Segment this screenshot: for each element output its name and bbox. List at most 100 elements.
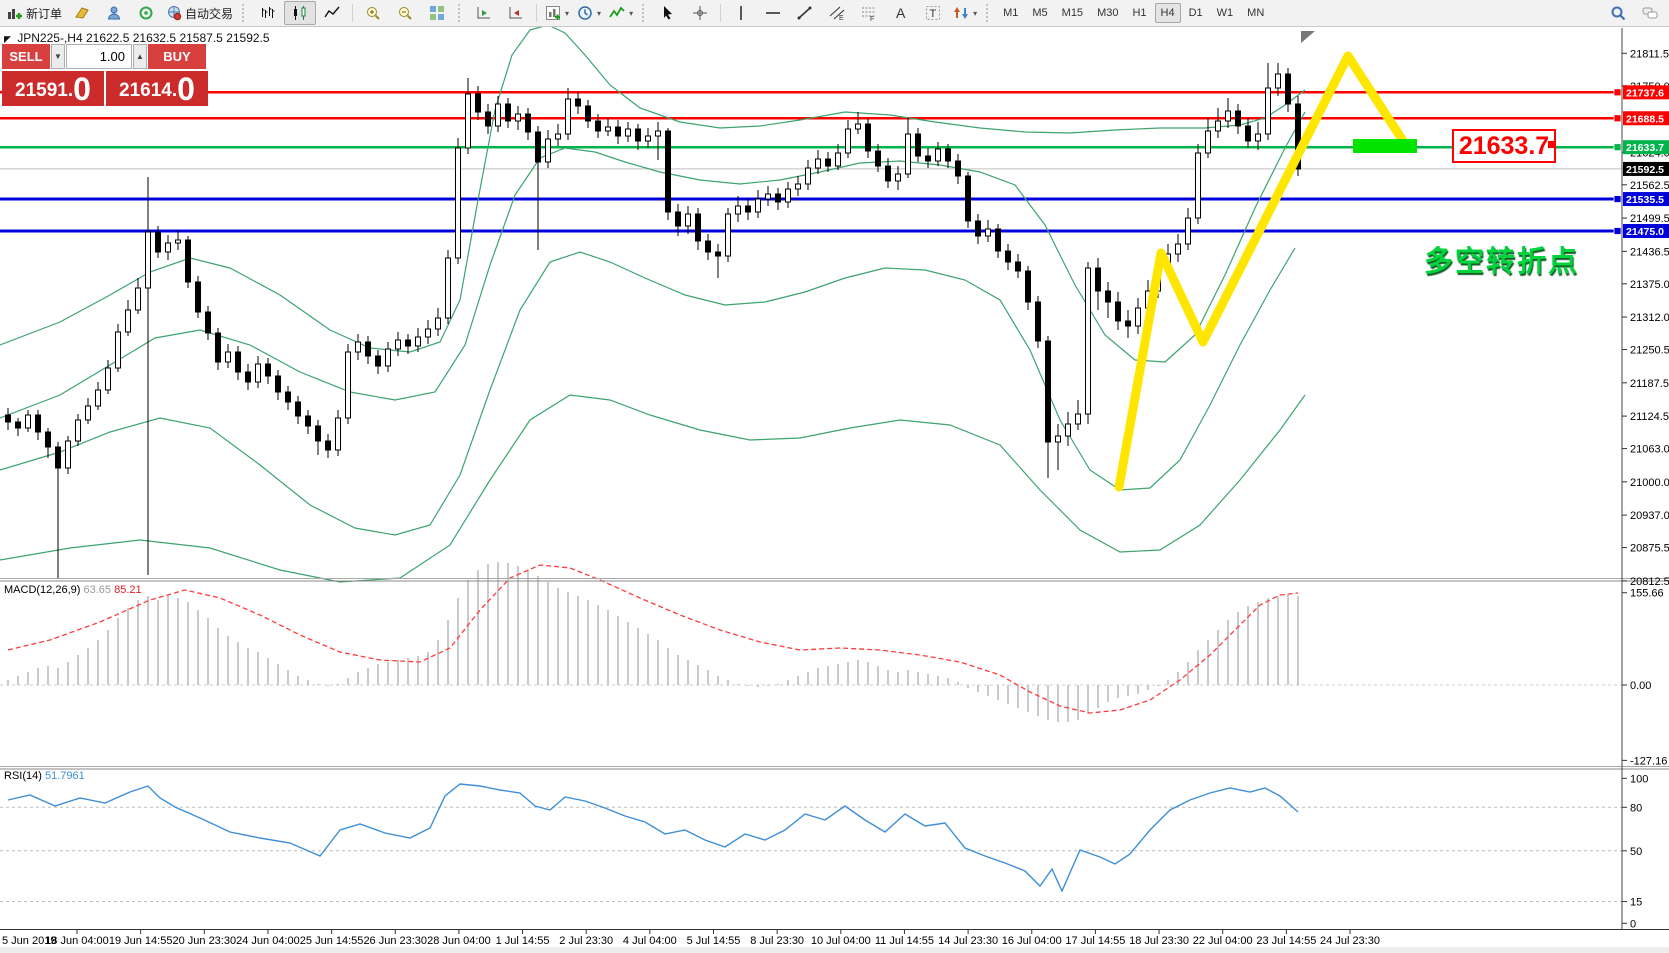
market-watch-button[interactable] — [66, 1, 98, 25]
toolbar-drag-handle[interactable] — [986, 4, 991, 22]
trendline-icon — [797, 5, 813, 21]
volume-decrease-button[interactable]: ▼ — [51, 44, 65, 69]
buy-price[interactable]: 21614.0 — [106, 71, 208, 106]
rsi-name: RSI(14) — [4, 770, 42, 782]
volume-input[interactable] — [66, 44, 132, 69]
chart-canvas[interactable]: 21811.521750.021624.021562.521499.521436… — [0, 0, 1669, 953]
text-button[interactable]: A — [885, 1, 917, 25]
macd-tick-label: -127.16 — [1630, 755, 1667, 767]
timeframe-m15[interactable]: M15 — [1056, 3, 1089, 23]
time-tick-label: 5 Jul 14:55 — [687, 935, 741, 947]
new-order-icon — [7, 5, 23, 21]
timeframe-d1[interactable]: D1 — [1183, 3, 1209, 23]
tile-windows-button[interactable] — [421, 1, 453, 25]
zigzag-annotation[interactable] — [1119, 56, 1407, 487]
price-callout[interactable]: 21633.7 — [1452, 129, 1556, 163]
volume-increase-button[interactable]: ▲ — [133, 44, 147, 69]
new-order-button[interactable]: 新订单 — [3, 1, 66, 25]
timeframe-h4[interactable]: H4 — [1155, 3, 1181, 23]
candle-chart-button[interactable] — [284, 1, 316, 25]
rsi-tick-label: 80 — [1630, 802, 1642, 814]
price-badge-label: 21688.5 — [1626, 113, 1664, 125]
crosshair-icon — [692, 5, 708, 21]
price-tick-label: 21436.5 — [1630, 246, 1669, 258]
person-icon — [106, 5, 122, 21]
horizontal-level-lines[interactable] — [0, 92, 1622, 231]
price-badge-label: 21633.7 — [1626, 142, 1664, 154]
macd-axis[interactable]: 155.66 0.00 -127.16 — [1622, 588, 1667, 768]
timeframe-w1[interactable]: W1 — [1211, 3, 1240, 23]
chevron-down-icon: ▾ — [565, 9, 569, 18]
price-tick-label: 21562.5 — [1630, 180, 1669, 192]
buy-button[interactable]: BUY — [148, 44, 206, 69]
price-tick-label: 21124.5 — [1630, 411, 1669, 423]
text-label-button[interactable]: T — [917, 1, 949, 25]
timeframe-mn[interactable]: MN — [1241, 3, 1270, 23]
equidistant-channel-button[interactable]: E — [821, 1, 853, 25]
sell-button[interactable]: SELL — [2, 44, 50, 69]
chart-annotation-text[interactable]: 多空转折点 — [1424, 238, 1579, 280]
main-toolbar: 新订单 自动交易 ▾ ▾ ▾ E F A T ▾ M1M5M15M30H1H4D… — [0, 0, 1669, 27]
chart-title: ◤ JPN225-,H4 21622.5 21632.5 21587.5 215… — [4, 31, 270, 45]
svg-text:E: E — [839, 15, 844, 21]
vertical-line-icon — [733, 5, 749, 21]
chat-button[interactable] — [1634, 1, 1666, 25]
macd-tick-label: 0.00 — [1630, 680, 1651, 692]
arrows-button[interactable]: ▾ — [949, 1, 981, 25]
macd-indicator-label: MACD(12,26,9) 63.65 85.21 — [4, 584, 142, 596]
time-tick-label: 18 Jun 04:00 — [45, 935, 109, 947]
rsi-axis[interactable]: 1008050150 — [1622, 773, 1648, 930]
auto-scroll-icon — [476, 5, 492, 21]
new-chart-button[interactable]: ▾ — [541, 1, 573, 25]
community-button[interactable] — [98, 1, 130, 25]
time-tick-label: 24 Jun 04:00 — [236, 935, 300, 947]
timeframe-m1[interactable]: M1 — [997, 3, 1024, 23]
sell-price[interactable]: 21591.0 — [2, 71, 104, 106]
chart-shift-marker — [1301, 31, 1315, 43]
search-button[interactable] — [1602, 1, 1634, 25]
highlight-bar[interactable] — [1353, 139, 1417, 153]
status-strip — [0, 947, 1669, 953]
bar-chart-button[interactable] — [252, 1, 284, 25]
price-tick-label: 21312.0 — [1630, 312, 1669, 324]
time-tick-label: 4 Jul 04:00 — [623, 935, 677, 947]
timeframe-m5[interactable]: M5 — [1026, 3, 1053, 23]
time-axis[interactable]: 5 Jun 201918 Jun 04:0019 Jun 14:5520 Jun… — [2, 930, 1380, 947]
timeframe-h1[interactable]: H1 — [1126, 3, 1152, 23]
timeframe-m30[interactable]: M30 — [1091, 3, 1124, 23]
price-tick-label: 21063.0 — [1630, 444, 1669, 456]
rsi-tick-label: 0 — [1630, 918, 1636, 930]
vertical-line-button[interactable] — [725, 1, 757, 25]
autotrading-button[interactable]: 自动交易 — [162, 1, 237, 25]
text-label-icon: T — [925, 5, 941, 21]
rsi-indicator-label: RSI(14) 51.7961 — [4, 770, 85, 782]
signals-button[interactable] — [130, 1, 162, 25]
panel-separators[interactable] — [0, 28, 1669, 930]
toolbar-drag-handle[interactable] — [242, 4, 247, 22]
chart-shift-button[interactable] — [500, 1, 532, 25]
callout-anchor-dot — [1548, 141, 1555, 148]
indicators-icon — [609, 5, 625, 21]
zoom-out-button[interactable] — [389, 1, 421, 25]
cursor-button[interactable] — [652, 1, 684, 25]
trendline-button[interactable] — [789, 1, 821, 25]
toolbar-drag-handle[interactable] — [642, 4, 647, 22]
line-chart-button[interactable] — [316, 1, 348, 25]
macd-signal-value: 85.21 — [114, 584, 142, 596]
zoom-in-button[interactable] — [357, 1, 389, 25]
horizontal-line-button[interactable] — [757, 1, 789, 25]
fibonacci-icon: F — [861, 5, 877, 21]
time-tick-label: 10 Jul 04:00 — [811, 935, 871, 947]
price-tick-label: 21187.5 — [1630, 378, 1669, 390]
indicators-button[interactable]: ▾ — [605, 1, 637, 25]
periods-button[interactable]: ▾ — [573, 1, 605, 25]
bar-chart-icon — [260, 5, 276, 21]
price-tick-label: 21250.5 — [1630, 345, 1669, 357]
crosshair-button[interactable] — [684, 1, 716, 25]
tile-windows-icon — [429, 5, 445, 21]
toolbar-drag-handle[interactable] — [458, 4, 463, 22]
fibonacci-button[interactable]: F — [853, 1, 885, 25]
auto-scroll-button[interactable] — [468, 1, 500, 25]
time-tick-label: 20 Jun 23:30 — [172, 935, 236, 947]
macd-tick-label: 155.66 — [1630, 588, 1664, 600]
